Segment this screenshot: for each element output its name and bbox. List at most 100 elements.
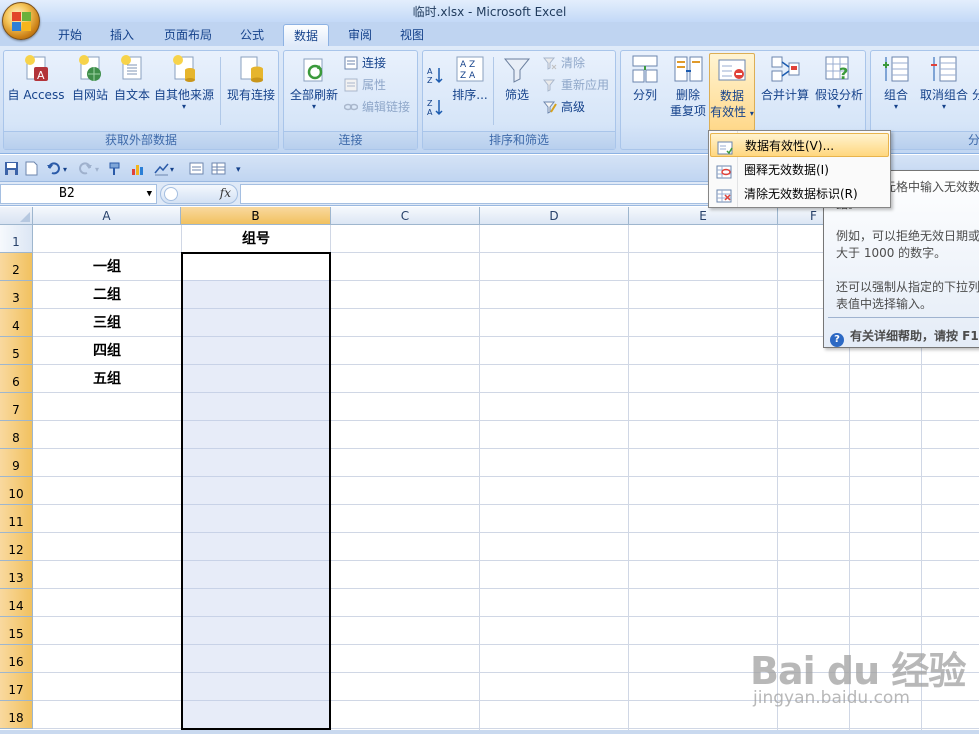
from-other-sources-button[interactable]: 自其他来源 ▾ bbox=[152, 53, 216, 111]
undo-icon[interactable] bbox=[46, 161, 61, 176]
menu-item-data-validation[interactable]: 数据有效性(V)... bbox=[710, 133, 889, 157]
clear-filter-icon bbox=[542, 56, 557, 70]
tooltip-divider bbox=[828, 317, 979, 318]
tab-home[interactable]: 开始 bbox=[48, 24, 92, 46]
form-icon[interactable] bbox=[189, 161, 204, 176]
menu-item-clear-circles[interactable]: 清除无效数据标识(R) bbox=[710, 182, 889, 206]
undo-dropdown-icon[interactable]: ▾ bbox=[63, 161, 71, 176]
row-header-1[interactable]: 1 bbox=[0, 225, 33, 253]
ungroup-button[interactable]: 取消组合 ▾ bbox=[917, 53, 971, 111]
format-painter-icon[interactable] bbox=[108, 161, 123, 176]
row-header-5[interactable]: 5 bbox=[0, 337, 33, 365]
sort-button[interactable]: A ZZ A 排序... bbox=[449, 53, 491, 103]
cell-a3[interactable]: 二组 bbox=[33, 281, 181, 309]
menu-item-circle-invalid[interactable]: 圈释无效数据(I) bbox=[710, 158, 889, 182]
existing-connections-icon bbox=[235, 53, 267, 85]
existing-connections-button[interactable]: 现有连接 bbox=[224, 53, 278, 103]
group-label: 组合 bbox=[883, 88, 908, 102]
tab-data[interactable]: 数据 bbox=[283, 24, 329, 46]
row-header-6[interactable]: 6 bbox=[0, 365, 33, 393]
cell-a6[interactable]: 五组 bbox=[33, 365, 181, 393]
save-icon[interactable] bbox=[4, 161, 19, 176]
chevron-down-icon: ▾ bbox=[836, 102, 841, 111]
insert-function-button[interactable]: fx bbox=[220, 186, 231, 200]
active-cell-b2[interactable] bbox=[183, 254, 329, 280]
row-header-9[interactable]: 9 bbox=[0, 449, 33, 477]
chevron-down-icon[interactable]: ▼ bbox=[147, 185, 152, 203]
new-document-icon[interactable] bbox=[24, 161, 39, 176]
row-header-16[interactable]: 16 bbox=[0, 645, 33, 673]
row-header-14[interactable]: 14 bbox=[0, 589, 33, 617]
tab-page-layout[interactable]: 页面布局 bbox=[156, 24, 220, 46]
from-text-button[interactable]: 自文本 bbox=[110, 53, 154, 103]
table-icon[interactable] bbox=[211, 161, 226, 176]
sort-icon: A ZZ A bbox=[454, 53, 486, 85]
row-header-8[interactable]: 8 bbox=[0, 421, 33, 449]
column-header-d[interactable]: D bbox=[480, 207, 629, 225]
row-header-7[interactable]: 7 bbox=[0, 393, 33, 421]
text-to-columns-button[interactable]: 分列 bbox=[623, 53, 667, 103]
row-header-11[interactable]: 11 bbox=[0, 505, 33, 533]
data-validation-label-1: 数据 bbox=[719, 89, 744, 103]
consolidate-button[interactable]: 合并计算 bbox=[757, 53, 813, 103]
row-header-3[interactable]: 3 bbox=[0, 281, 33, 309]
row-header-2[interactable]: 2 bbox=[0, 253, 33, 281]
row-header-13[interactable]: 13 bbox=[0, 561, 33, 589]
chart-icon[interactable] bbox=[131, 161, 146, 176]
group-label-sort-filter: 排序和筛选 bbox=[423, 131, 615, 149]
consolidate-icon bbox=[769, 53, 801, 85]
column-header-a[interactable]: A bbox=[33, 207, 181, 225]
sort-ascending-icon[interactable]: AZ bbox=[427, 65, 447, 85]
cell-a4[interactable]: 三组 bbox=[33, 309, 181, 337]
line-style-dropdown-icon[interactable]: ▾ bbox=[170, 161, 178, 176]
row-header-15[interactable]: 15 bbox=[0, 617, 33, 645]
row-header-17[interactable]: 17 bbox=[0, 673, 33, 701]
what-if-analysis-button[interactable]: ? 假设分析 ▾ bbox=[813, 53, 865, 111]
advanced-filter-label: 高级 bbox=[561, 100, 586, 114]
tooltip-line: 大于 1000 的数字。 bbox=[836, 246, 947, 260]
row-header-10[interactable]: 10 bbox=[0, 477, 33, 505]
title-bar: 临时.xlsx - Microsoft Excel bbox=[0, 0, 979, 22]
properties-button: 属性 bbox=[342, 75, 386, 95]
gridline bbox=[33, 728, 979, 729]
from-web-button[interactable]: 自网站 bbox=[68, 53, 112, 103]
svg-text:A: A bbox=[427, 67, 433, 76]
column-header-e[interactable]: E bbox=[629, 207, 778, 225]
tab-formulas[interactable]: 公式 bbox=[230, 24, 274, 46]
row-header-18[interactable]: 18 bbox=[0, 701, 33, 729]
cell-a5[interactable]: 四组 bbox=[33, 337, 181, 365]
cell-b1[interactable]: 组号 bbox=[181, 225, 331, 253]
sort-label: 排序... bbox=[452, 88, 488, 102]
tab-review[interactable]: 审阅 bbox=[338, 24, 382, 46]
cell-a2[interactable]: 一组 bbox=[33, 253, 181, 281]
row-header-12[interactable]: 12 bbox=[0, 533, 33, 561]
subtotal-button[interactable]: 分 bbox=[971, 53, 979, 103]
filter-button[interactable]: 筛选 bbox=[497, 53, 537, 103]
office-button[interactable] bbox=[2, 2, 40, 40]
sheet-tab-bar[interactable] bbox=[0, 730, 979, 734]
svg-text:A Z: A Z bbox=[460, 60, 475, 70]
connections-button[interactable]: 连接 bbox=[342, 53, 386, 73]
data-validation-button[interactable]: 数据 有效性 ▾ bbox=[709, 53, 755, 131]
select-all-corner[interactable] bbox=[0, 207, 33, 225]
customize-toolbar-icon[interactable]: ▾ bbox=[236, 161, 246, 176]
name-box[interactable]: B2 ▼ bbox=[0, 184, 157, 204]
tooltip-help-text: 有关详细帮助，请按 F1。 bbox=[850, 329, 979, 343]
column-header-c[interactable]: C bbox=[331, 207, 480, 225]
gridline bbox=[33, 616, 979, 617]
refresh-all-button[interactable]: 全部刷新 ▾ bbox=[286, 53, 342, 111]
gridline bbox=[33, 588, 979, 589]
from-access-button[interactable]: A 自 Access bbox=[6, 53, 66, 103]
column-header-b[interactable]: B bbox=[181, 207, 331, 225]
line-style-icon[interactable] bbox=[154, 161, 169, 176]
selection-range[interactable] bbox=[181, 252, 331, 730]
gridline bbox=[33, 532, 979, 533]
tab-insert[interactable]: 插入 bbox=[100, 24, 144, 46]
sort-descending-icon[interactable]: ZA bbox=[427, 97, 447, 117]
row-header-4[interactable]: 4 bbox=[0, 309, 33, 337]
advanced-filter-button[interactable]: 高级 bbox=[541, 97, 585, 117]
expand-icon[interactable] bbox=[164, 187, 178, 201]
tab-view[interactable]: 视图 bbox=[390, 24, 434, 46]
remove-duplicates-button[interactable]: 删除 重复项 bbox=[667, 53, 709, 119]
group-button[interactable]: 组合 ▾ bbox=[875, 53, 917, 111]
